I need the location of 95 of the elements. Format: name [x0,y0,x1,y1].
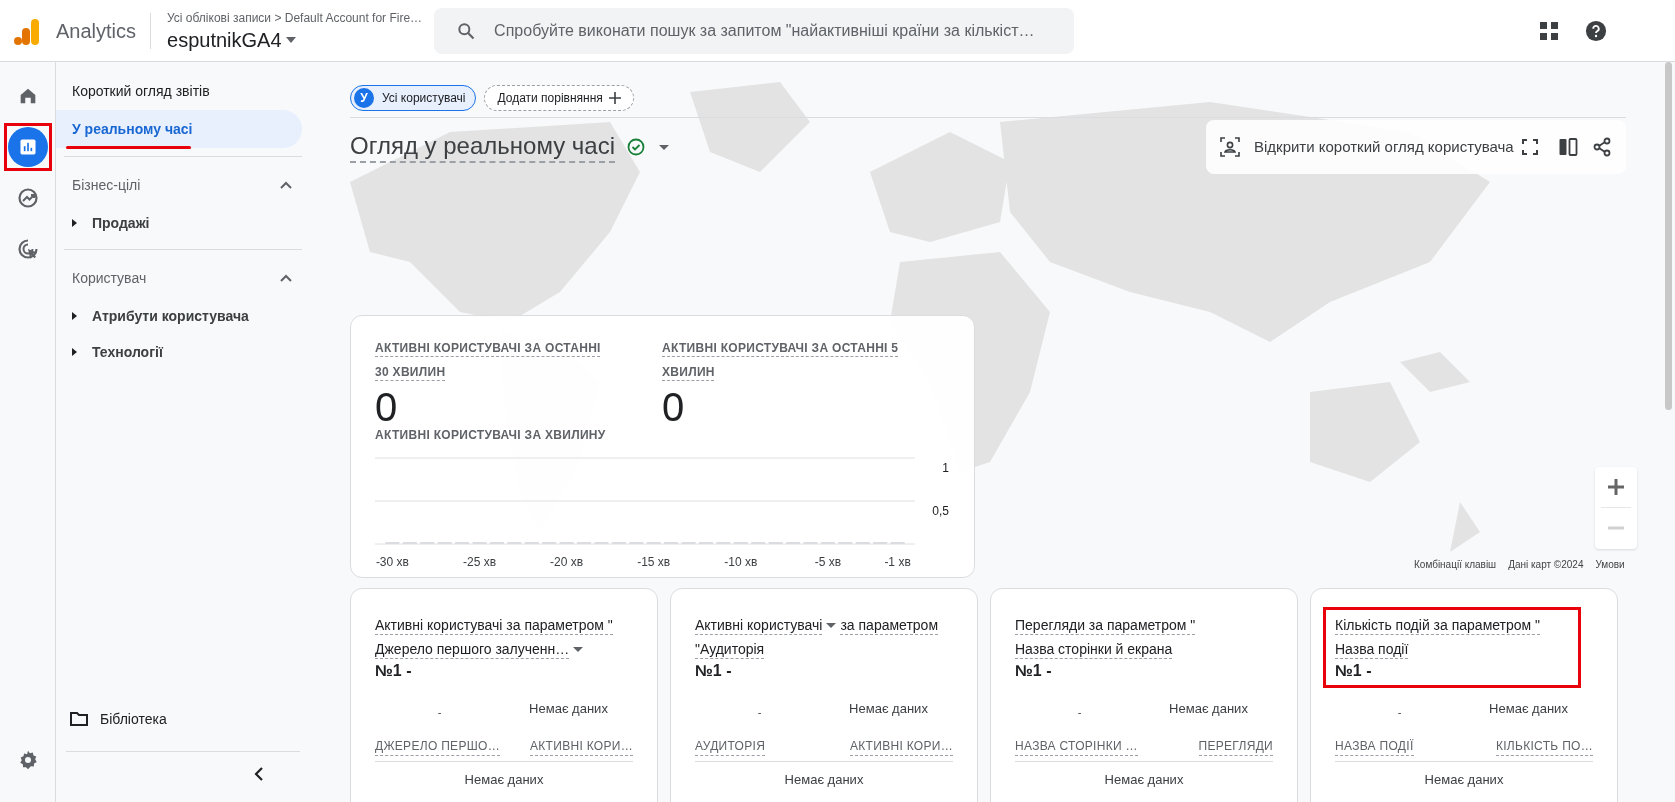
add-comparison-button[interactable]: Додати порівняння [484,85,634,111]
collapse-button[interactable] [280,274,292,282]
column-header[interactable]: НАЗВА СТОРІНКИ … [1015,736,1138,756]
card-title[interactable]: Активні користувачі за параметром " [375,615,613,635]
no-data-text: Немає даних [1423,770,1505,789]
chart-label: АКТИВНІ КОРИСТУВАЧІ ЗА ХВИЛИНУ [375,427,607,444]
x-tick-label: -30 хв [375,555,409,569]
plus-icon [1607,478,1625,496]
no-data-text: Немає даних [783,770,865,789]
mini-value: - [437,705,442,720]
column-header[interactable]: КІЛЬКІСТЬ ПО… [1495,736,1593,756]
expand-triangle-icon [70,312,78,320]
mini-value: - [1397,705,1402,720]
y-tick-label: 0,5 [932,504,949,518]
user-snapshot-button[interactable]: Відкрити короткий огляд користувача [1254,135,1514,159]
sidebar-item[interactable]: Продажі [56,205,310,241]
mini-value: - [1077,705,1082,720]
search-icon [456,20,477,41]
x-tick-label: -15 хв [637,555,671,569]
column-header[interactable]: АКТИВНІ КОРИ… [850,736,953,756]
trend-circle-icon [15,186,40,210]
rank-label: №1 - [695,661,733,681]
stat-value: 0 [375,390,398,424]
card-title[interactable]: Джерело першого залученн… [375,639,570,659]
chevron-up-icon [280,181,292,189]
folder-icon [70,712,88,726]
collapse-sidebar-button[interactable] [254,766,264,782]
caret-icon[interactable] [659,144,669,150]
split-columns-icon[interactable] [1558,137,1578,157]
x-tick-label: -5 хв [814,555,842,569]
expand-triangle-icon [70,219,78,227]
stat-label: АКТИВНІ КОРИСТУВАЧІ ЗА ОСТАННІ 30 ХВИЛИН [375,340,602,381]
y-tick-label: 1 [942,461,949,475]
rank-label: №1 - [375,661,413,681]
column-header[interactable]: ДЖЕРЕЛО ПЕРШО… [375,736,500,756]
share-icon[interactable] [1592,137,1612,157]
no-data-text: Немає даних [849,699,928,718]
rank-label: №1 - [1015,661,1053,681]
account-breadcrumb[interactable]: Усі облікові записи > Default Account for Fire… [167,8,423,27]
x-tick-label: -1 хв [884,555,911,569]
help-icon[interactable] [1585,19,1607,42]
check-circle-icon [627,138,645,156]
target-cursor-icon [15,237,40,261]
caret-icon [285,36,296,43]
x-tick-label: -25 хв [463,555,497,569]
map-attribution-link[interactable]: Дані карт ©2024 [1508,557,1584,572]
column-header[interactable]: АКТИВНІ КОРИ… [530,736,633,756]
mini-value: - [757,705,762,720]
section-heading: Користувач [72,268,147,288]
sidebar-item[interactable]: Технології [56,334,310,370]
column-header[interactable]: ПЕРЕГЛЯДИ [1198,736,1273,756]
card-title[interactable]: Назва сторінки й екрана [1015,639,1173,659]
sidebar-item[interactable]: Атрибути користувача [56,298,310,334]
card-title[interactable]: за параметром [840,615,939,635]
chevron-left-icon [254,766,264,782]
expand-triangle-icon [70,348,78,356]
column-header[interactable]: АУДИТОРІЯ [695,736,766,756]
page-title: Огляд у реальному часі [350,131,615,163]
section-heading: Бізнес-цілі [72,175,141,195]
sidebar-item[interactable]: Короткий огляд звітів [56,72,302,110]
caret-icon[interactable] [573,646,584,652]
sidebar-item[interactable]: У реальному часі [56,110,302,148]
chevron-up-icon [280,274,292,282]
stat-value: 0 [662,390,685,424]
stat-label: АКТИВНІ КОРИСТУВАЧІ ЗА ОСТАННІ 5 ХВИЛИН [662,340,900,381]
x-tick-label: -20 хв [550,555,584,569]
scrollbar-thumb[interactable] [1665,62,1672,410]
map-attribution-link[interactable]: Комбінації клавіш [1414,557,1497,572]
person-frame-icon [1220,137,1240,157]
caret-icon[interactable] [826,622,837,628]
collapse-button[interactable] [280,181,292,189]
minus-icon [1607,526,1625,530]
logo-icon[interactable] [14,16,40,45]
apps-grid-icon[interactable] [1539,20,1559,41]
map-attribution-link[interactable]: Умови [1595,557,1625,572]
plus-icon [608,92,621,104]
rank-label: №1 - [1335,661,1373,681]
card-title[interactable]: "Аудиторія [695,639,765,659]
card-title[interactable]: Перегляди за параметром " [1015,615,1196,635]
product-name: Analytics [56,18,137,44]
fullscreen-icon[interactable] [1522,139,1538,155]
card-title[interactable]: Активні користувачі [695,615,823,635]
search-field[interactable]: Спробуйте виконати пошук за запитом "найактивніші країни за кількіст… [434,7,1075,54]
no-data-text: Немає даних [1489,699,1568,718]
no-data-text: Немає даних [463,770,545,789]
card-title[interactable]: Назва події [1335,639,1409,659]
no-data-text: Немає даних [1169,699,1248,718]
comparison-chip[interactable]: У Усі користувачі [350,85,477,111]
no-data-text: Немає даних [1103,770,1185,789]
column-header[interactable]: НАЗВА ПОДІЇ [1335,736,1414,756]
card-title[interactable]: Кількість подій за параметром " [1335,615,1541,635]
no-data-text: Немає даних [529,699,608,718]
x-tick-label: -10 хв [724,555,758,569]
library-link[interactable]: Бібліотека [56,701,310,737]
property-selector[interactable]: esputnikGA4 [167,26,296,53]
